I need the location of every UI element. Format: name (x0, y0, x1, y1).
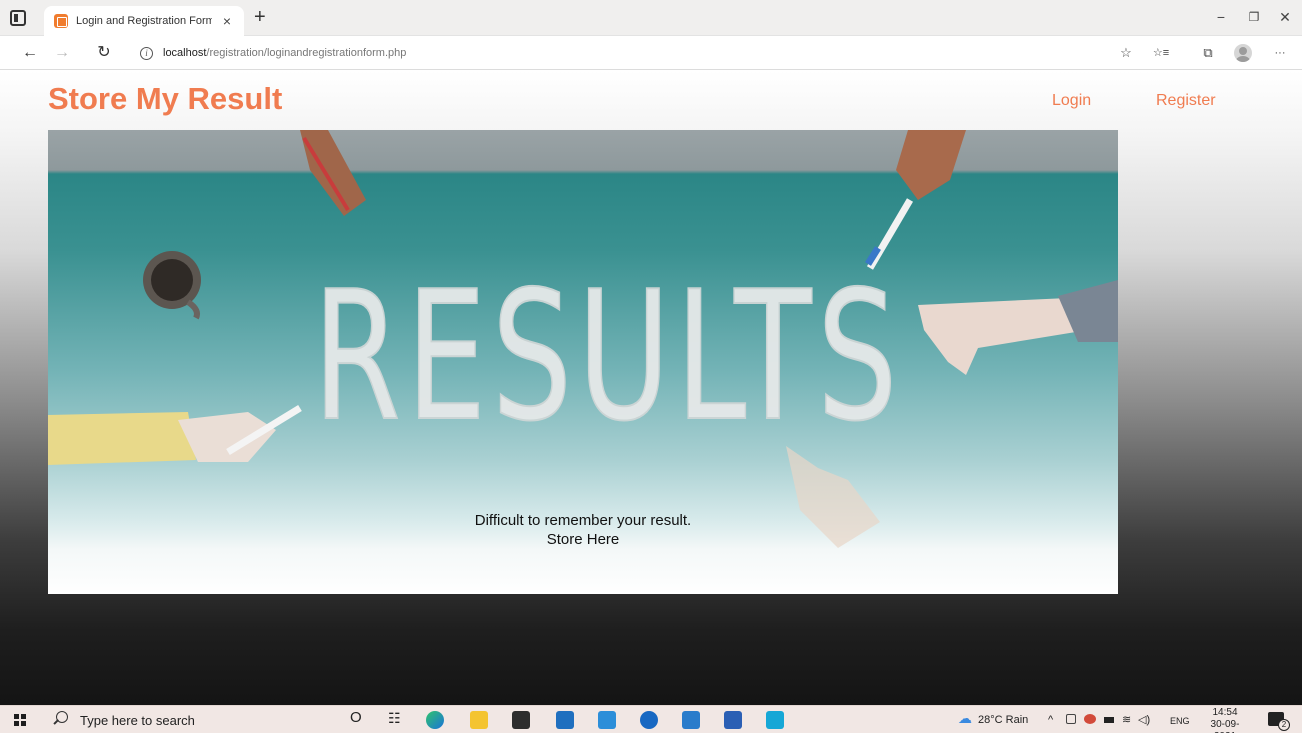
tray-app-icon[interactable] (1066, 714, 1076, 724)
site-info-icon[interactable]: i (140, 46, 153, 60)
tab-close-icon[interactable]: × (220, 14, 234, 28)
windows-taskbar: Type here to search O ☷ ☁ 28°C Rain ^ ≋ … (0, 705, 1302, 733)
hero-caption-line-1: Difficult to remember your result. (474, 512, 692, 529)
task-view-icon[interactable]: ☷ (388, 711, 401, 725)
new-tab-icon[interactable]: + (254, 6, 266, 28)
app-icon-2[interactable] (640, 711, 658, 729)
notification-count-badge: 2 (1278, 719, 1290, 731)
site-title: Store My Result (48, 81, 283, 116)
hero-caption-line-2: Store Here (546, 531, 620, 548)
app-icon-3[interactable] (766, 711, 784, 729)
favorites-icon[interactable]: ☆≡ (1150, 45, 1172, 61)
add-favorite-icon[interactable]: ☆ (1118, 45, 1134, 61)
maximize-icon[interactable]: ❐ (1245, 8, 1263, 26)
tray-expand-icon[interactable]: ^ (1048, 714, 1053, 726)
windows-start-icon[interactable] (14, 714, 26, 726)
app-icon[interactable] (598, 711, 616, 729)
mail-icon[interactable] (556, 711, 574, 729)
edge-icon[interactable] (426, 711, 444, 729)
tab-title: Login and Registration Form (76, 15, 212, 27)
register-link[interactable]: Register (1156, 92, 1216, 110)
clock-time: 14:54 (1212, 707, 1238, 718)
battery-icon[interactable] (1104, 717, 1114, 723)
results-lettering: RESULTS (313, 253, 903, 460)
hand-right (918, 280, 1118, 375)
clock-date: 30-09-2021 (1210, 719, 1240, 733)
tab-actions-icon[interactable] (10, 10, 26, 26)
cortana-icon[interactable]: O (350, 710, 362, 725)
wifi-icon[interactable]: ≋ (1122, 714, 1131, 726)
hero-banner: RESULTS Difficult to remember your resul… (48, 130, 1118, 594)
site-favicon-icon (54, 14, 68, 28)
search-icon[interactable] (56, 711, 68, 723)
browser-address-bar: ← → ↻ i localhost/registration/loginandr… (0, 36, 1302, 70)
hand-top-left (300, 130, 366, 216)
login-link[interactable]: Login (1052, 92, 1091, 110)
weather-text[interactable]: 28°C Rain (978, 714, 1028, 726)
taskbar-search-input[interactable]: Type here to search (80, 713, 195, 728)
volume-icon[interactable]: ◁) (1138, 714, 1150, 726)
url-text: localhost/registration/loginandregistrat… (163, 47, 406, 59)
file-explorer-icon[interactable] (470, 711, 488, 729)
more-options-icon[interactable]: ··· (1270, 45, 1290, 61)
screen: Login and Registration Form × + − ❐ ✕ ← … (0, 0, 1302, 733)
language-indicator[interactable]: ENG (1170, 715, 1190, 727)
url-host: localhost (163, 47, 207, 59)
store-icon[interactable] (512, 711, 530, 729)
taskbar-clock[interactable]: 14:54 30-09-2021 (1202, 707, 1248, 733)
hand-bottom-left (48, 405, 302, 465)
browser-tab-bar: Login and Registration Form × + − ❐ ✕ (0, 0, 1302, 36)
weather-icon: ☁ (958, 710, 972, 726)
coffee-cup (143, 251, 201, 320)
page-viewport: Store My Result Login Register RESULTS D… (0, 71, 1302, 705)
url-field[interactable]: i localhost/registration/loginandregistr… (132, 41, 1102, 65)
hand-top-right (865, 130, 966, 270)
tray-app-icon-2[interactable] (1084, 714, 1096, 724)
profile-avatar-icon[interactable] (1234, 44, 1252, 62)
url-path: /registration/loginandregistrationform.p… (206, 47, 407, 59)
browser-tab[interactable]: Login and Registration Form × (44, 6, 244, 36)
word-icon[interactable] (724, 711, 742, 729)
collections-icon[interactable]: ⧉ (1200, 45, 1216, 61)
back-icon[interactable]: ← (20, 43, 40, 63)
forward-icon[interactable]: → (52, 43, 72, 63)
refresh-icon[interactable]: ↻ (94, 43, 114, 63)
minimize-icon[interactable]: − (1212, 8, 1230, 26)
window-close-icon[interactable]: ✕ (1276, 8, 1294, 26)
hero-caption: Difficult to remember your result. Store… (48, 511, 1118, 549)
vscode-icon[interactable] (682, 711, 700, 729)
